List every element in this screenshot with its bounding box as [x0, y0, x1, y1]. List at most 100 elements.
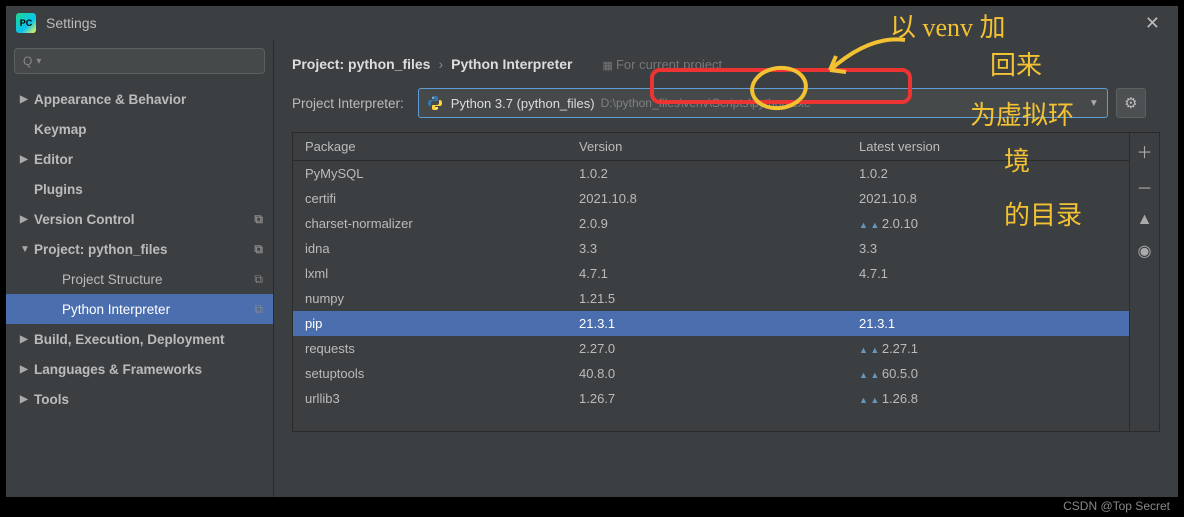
sidebar-item-label: Python Interpreter: [62, 302, 170, 317]
cell-latest: 60.5.0: [849, 366, 1129, 381]
interpreter-dropdown[interactable]: Python 3.7 (python_files) D:\python_file…: [418, 88, 1108, 118]
cell-package: pip: [293, 316, 569, 331]
sidebar-item[interactable]: Plugins: [6, 174, 273, 204]
copy-icon: ⧉: [254, 242, 263, 257]
table-row[interactable]: numpy1.21.5: [293, 286, 1129, 311]
cell-latest: 1.0.2: [849, 166, 1129, 181]
tree-arrow-icon: ▶: [20, 334, 34, 345]
sidebar-item-label: Editor: [34, 152, 73, 167]
sidebar-item[interactable]: Keymap: [6, 114, 273, 144]
pycharm-icon: PC: [16, 13, 36, 33]
chevron-down-icon: ▼: [1089, 98, 1099, 109]
cell-version: 21.3.1: [569, 316, 849, 331]
table-row[interactable]: setuptools40.8.060.5.0: [293, 361, 1129, 386]
sidebar-item-label: Plugins: [34, 182, 83, 197]
cell-latest: 1.26.8: [849, 391, 1129, 406]
cell-package: charset-normalizer: [293, 216, 569, 231]
cell-latest: 2.0.10: [849, 216, 1129, 231]
search-input[interactable]: Q▾: [14, 48, 265, 74]
tree-arrow-icon: ▶: [20, 394, 34, 405]
sidebar-item[interactable]: ▶Tools: [6, 384, 273, 414]
cell-package: PyMySQL: [293, 166, 569, 181]
watermark: CSDN @Top Secret: [1063, 499, 1170, 513]
cell-package: numpy: [293, 291, 569, 306]
sidebar-item[interactable]: Python Interpreter ⧉: [6, 294, 273, 324]
breadcrumb-current: Python Interpreter: [451, 56, 572, 72]
table-row[interactable]: pip21.3.121.3.1: [293, 311, 1129, 336]
table-row[interactable]: urllib31.26.71.26.8: [293, 386, 1129, 411]
table-header: Package Version Latest version: [293, 133, 1129, 161]
tree-arrow-icon: ▶: [20, 94, 34, 105]
upgrade-package-button[interactable]: ▲: [1137, 211, 1153, 229]
cell-latest: 4.7.1: [849, 266, 1129, 281]
tree-arrow-icon: ▼: [20, 244, 34, 255]
tree-arrow-icon: ▶: [20, 364, 34, 375]
copy-icon: ⧉: [254, 272, 263, 287]
sidebar-item-label: Build, Execution, Deployment: [34, 332, 225, 347]
titlebar: PC Settings ✕: [6, 6, 1178, 40]
col-latest[interactable]: Latest version: [849, 139, 1129, 154]
col-version[interactable]: Version: [569, 139, 849, 154]
interpreter-settings-button[interactable]: ⚙: [1116, 88, 1146, 118]
sidebar-item-label: Languages & Frameworks: [34, 362, 202, 377]
cell-package: certifi: [293, 191, 569, 206]
cell-package: requests: [293, 341, 569, 356]
cell-version: 2021.10.8: [569, 191, 849, 206]
tree-arrow-icon: ▶: [20, 214, 34, 225]
interpreter-name: Python 3.7 (python_files): [451, 96, 595, 111]
current-project-hint: For current project: [603, 57, 723, 72]
cell-latest: 2021.10.8: [849, 191, 1129, 206]
sidebar-item[interactable]: ▶Build, Execution, Deployment: [6, 324, 273, 354]
table-row[interactable]: charset-normalizer2.0.92.0.10: [293, 211, 1129, 236]
copy-icon: ⧉: [254, 302, 263, 317]
cell-package: urllib3: [293, 391, 569, 406]
cell-version: 1.21.5: [569, 291, 849, 306]
settings-sidebar: Q▾ ▶Appearance & BehaviorKeymap▶EditorPl…: [6, 40, 274, 497]
sidebar-item[interactable]: ▶Editor: [6, 144, 273, 174]
packages-table: Package Version Latest version PyMySQL1.…: [292, 132, 1160, 432]
cell-version: 2.27.0: [569, 341, 849, 356]
sidebar-item-label: Project: python_files: [34, 242, 168, 257]
sidebar-item[interactable]: ▶Version Control ⧉: [6, 204, 273, 234]
copy-icon: ⧉: [254, 212, 263, 227]
cell-version: 1.26.7: [569, 391, 849, 406]
sidebar-item-label: Version Control: [34, 212, 135, 227]
cell-version: 2.0.9: [569, 216, 849, 231]
col-package[interactable]: Package: [293, 139, 569, 154]
remove-package-button[interactable]: －: [1136, 175, 1152, 199]
interpreter-row: Project Interpreter: Python 3.7 (python_…: [274, 88, 1178, 132]
cell-version: 40.8.0: [569, 366, 849, 381]
sidebar-item[interactable]: ▶Languages & Frameworks: [6, 354, 273, 384]
show-package-button[interactable]: ◉: [1138, 241, 1152, 261]
breadcrumb: Project: python_files › Python Interpret…: [274, 40, 1178, 88]
cell-latest: 21.3.1: [849, 316, 1129, 331]
gear-icon: ⚙: [1124, 94, 1137, 112]
sidebar-item-label: Keymap: [34, 122, 87, 137]
cell-latest: 3.3: [849, 241, 1129, 256]
settings-window: PC Settings ✕ Q▾ ▶Appearance & BehaviorK…: [6, 6, 1178, 497]
table-row[interactable]: idna3.33.3: [293, 236, 1129, 261]
cell-version: 3.3: [569, 241, 849, 256]
table-row[interactable]: PyMySQL1.0.21.0.2: [293, 161, 1129, 186]
interpreter-path: D:\python_files\venv\Scripts\python.exe: [601, 96, 811, 110]
search-icon: Q: [23, 54, 32, 68]
sidebar-item-label: Appearance & Behavior: [34, 92, 186, 107]
breadcrumb-project: Project: python_files: [292, 56, 430, 72]
table-row[interactable]: lxml4.7.14.7.1: [293, 261, 1129, 286]
sidebar-item[interactable]: ▼Project: python_files ⧉: [6, 234, 273, 264]
cell-version: 1.0.2: [569, 166, 849, 181]
add-package-button[interactable]: ＋: [1136, 139, 1152, 163]
table-row[interactable]: requests2.27.02.27.1: [293, 336, 1129, 361]
main-panel: Project: python_files › Python Interpret…: [274, 40, 1178, 497]
interpreter-label: Project Interpreter:: [292, 96, 404, 111]
sidebar-item-label: Tools: [34, 392, 69, 407]
cell-package: idna: [293, 241, 569, 256]
cell-package: lxml: [293, 266, 569, 281]
sidebar-item[interactable]: ▶Appearance & Behavior: [6, 84, 273, 114]
sidebar-item[interactable]: Project Structure⧉: [6, 264, 273, 294]
cell-version: 4.7.1: [569, 266, 849, 281]
tree-arrow-icon: ▶: [20, 154, 34, 165]
table-row[interactable]: certifi2021.10.82021.10.8: [293, 186, 1129, 211]
breadcrumb-separator: ›: [438, 56, 443, 72]
close-icon[interactable]: ✕: [1137, 9, 1168, 38]
